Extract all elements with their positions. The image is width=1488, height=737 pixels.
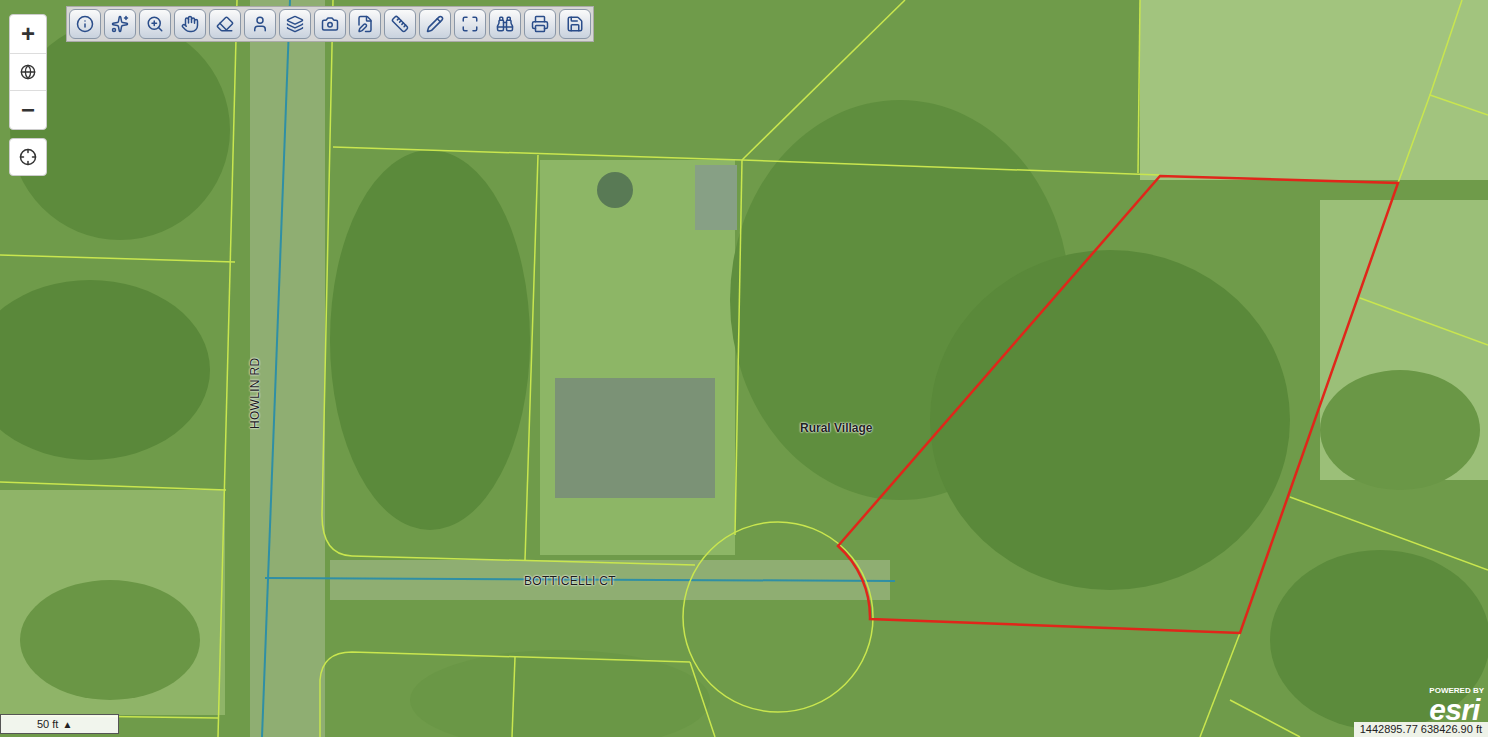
tool-button[interactable] bbox=[454, 9, 486, 39]
edit-icon bbox=[356, 15, 374, 33]
scale-label: 50 ft bbox=[37, 716, 58, 733]
scale-toggle[interactable]: ▲ bbox=[62, 717, 72, 732]
pan-hand-icon bbox=[181, 15, 199, 33]
camera-icon bbox=[321, 15, 339, 33]
aerial-map[interactable] bbox=[0, 0, 1488, 737]
zone-label: Rural Village bbox=[800, 419, 872, 437]
full-extent-button[interactable] bbox=[10, 53, 46, 91]
binoculars-icon bbox=[496, 15, 514, 33]
print-icon bbox=[531, 15, 549, 33]
person-icon bbox=[251, 15, 269, 33]
scale-bar: 50 ft ▲ bbox=[0, 714, 119, 734]
tool-button[interactable] bbox=[139, 9, 171, 39]
layers-icon bbox=[286, 15, 304, 33]
info-icon bbox=[76, 15, 94, 33]
pencil-icon bbox=[426, 15, 444, 33]
locate-button[interactable] bbox=[9, 138, 47, 176]
extent-icon bbox=[461, 15, 479, 33]
powered-by: POWERED BY bbox=[1429, 687, 1484, 695]
eraser-icon bbox=[216, 15, 234, 33]
tool-button[interactable] bbox=[419, 9, 451, 39]
globe-icon bbox=[20, 64, 36, 80]
toolbar bbox=[66, 6, 594, 42]
tool-button[interactable] bbox=[524, 9, 556, 39]
esri-logo: esri bbox=[1429, 695, 1479, 725]
tool-button[interactable] bbox=[349, 9, 381, 39]
tool-button[interactable] bbox=[244, 9, 276, 39]
tool-button[interactable] bbox=[559, 9, 591, 39]
tool-button[interactable] bbox=[104, 9, 136, 39]
measure-icon bbox=[391, 15, 409, 33]
zoom-controls: +− bbox=[9, 14, 47, 130]
tool-button[interactable] bbox=[314, 9, 346, 39]
tool-button[interactable] bbox=[174, 9, 206, 39]
sparkle-icon bbox=[111, 15, 129, 33]
tool-button[interactable] bbox=[69, 9, 101, 39]
zoom-out-button[interactable]: − bbox=[10, 91, 46, 129]
locate-icon bbox=[19, 148, 37, 166]
tool-button[interactable] bbox=[279, 9, 311, 39]
road-label: BOTTICELLI CT bbox=[524, 572, 616, 590]
map-app: HOWLIN RDBOTTICELLI CTRural Village+−50 … bbox=[0, 0, 1488, 737]
tool-button[interactable] bbox=[384, 9, 416, 39]
selected-parcel[interactable] bbox=[838, 176, 1398, 633]
tool-button[interactable] bbox=[489, 9, 521, 39]
zoom-in-button[interactable]: + bbox=[10, 15, 46, 53]
tool-button[interactable] bbox=[209, 9, 241, 39]
save-icon bbox=[566, 15, 584, 33]
zoom-in-icon bbox=[146, 15, 164, 33]
esri-attribution: POWERED BYesri bbox=[1429, 687, 1484, 725]
road-label: HOWLIN RD bbox=[246, 358, 264, 429]
coordinates: 1442895.77 638426.90 ft bbox=[1354, 722, 1488, 737]
